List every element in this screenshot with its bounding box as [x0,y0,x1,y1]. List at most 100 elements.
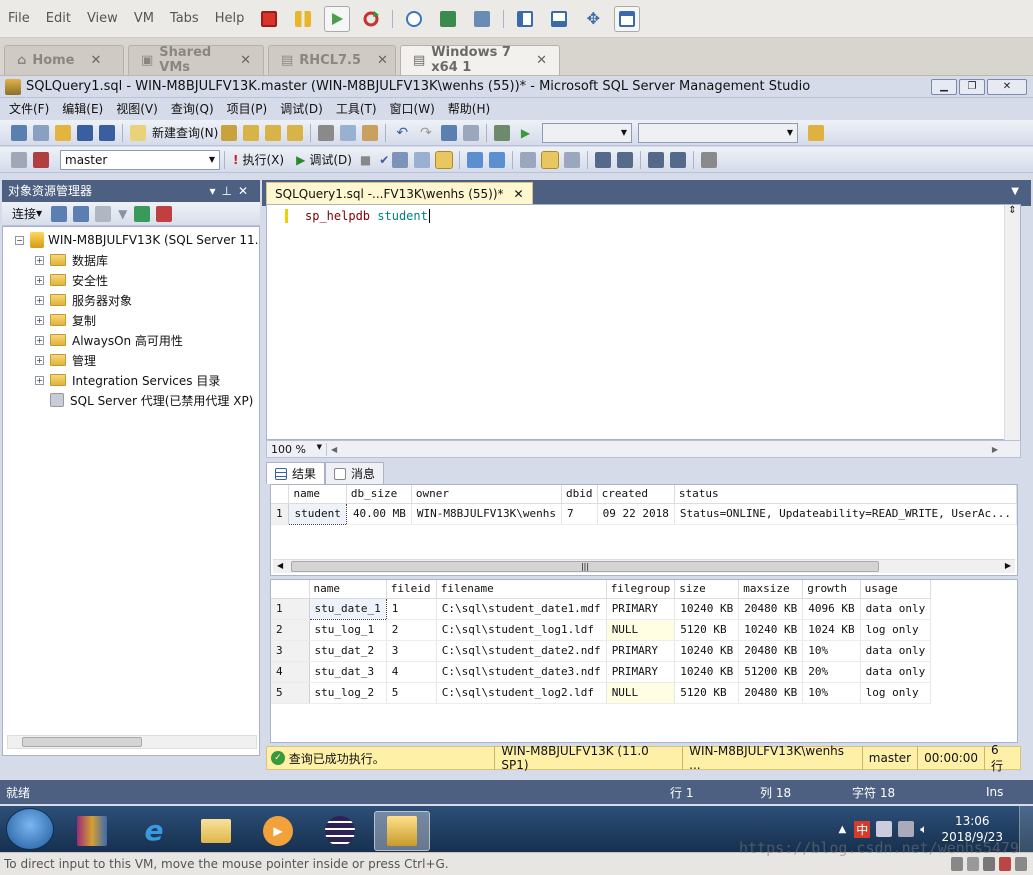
redo-icon[interactable]: ↷ [420,125,432,141]
tree-node-server-objects[interactable]: + 服务器对象 [35,290,259,310]
increase-indent-icon[interactable] [670,151,687,168]
results-to-grid-icon[interactable] [541,150,560,169]
split-icon[interactable]: ⇕ [1005,205,1020,216]
stop-icon[interactable] [95,205,112,222]
xmla-query-icon[interactable] [287,124,304,141]
grid-cell[interactable]: log only [860,682,932,704]
results-to-file-icon[interactable] [564,151,581,168]
tab-results[interactable]: 结果 [266,462,326,484]
solution-config-select[interactable]: ▼ [542,122,633,143]
snapshot-manager-button[interactable] [469,6,495,32]
parse-icon[interactable]: ✔ [379,153,389,167]
grid-cell[interactable]: data only [860,661,932,683]
estimated-plan-icon[interactable] [414,151,431,168]
grid-cell[interactable]: PRIMARY [606,640,676,662]
grid-cell[interactable]: 7 [561,503,598,525]
properties-icon[interactable] [808,124,825,141]
vm-menu-tabs[interactable]: Tabs [170,11,199,26]
table-row[interactable]: 5 stu_log_2 5 C:\sql\student_log2.ldf NU… [271,682,932,704]
vm-menu-edit[interactable]: Edit [46,11,71,26]
dropdown-icon[interactable]: ▾ [209,184,221,198]
column-header[interactable]: dbid [561,485,598,504]
query-designer-icon[interactable] [392,151,409,168]
grid-cell[interactable]: WIN-M8BJULFV13K\wenhs [411,503,563,525]
grid-cell[interactable]: PRIMARY [606,598,676,620]
platform-select[interactable]: ▼ [638,122,799,143]
grid-cell[interactable]: PRIMARY [606,661,676,683]
power-off-button[interactable] [256,6,282,32]
expand-icon[interactable]: + [35,335,44,345]
grid-cell[interactable]: stu_dat_3 [309,661,387,683]
cancel-query-icon[interactable]: ■ [360,153,371,167]
grid-cell[interactable]: 09 22 2018 [597,503,675,525]
table-row[interactable]: 1 stu_date_1 1 C:\sql\student_date1.mdf … [271,597,932,620]
thumbnail-button[interactable] [546,6,572,32]
restore-button[interactable]: ❐ [959,78,985,95]
menu-edit[interactable]: 编辑(E) [62,100,103,117]
filter-icon[interactable]: ▼ [118,207,127,221]
tab-messages[interactable]: 消息 [325,462,385,484]
taskbar-eclipse[interactable] [312,811,368,851]
tree-node-alwayson[interactable]: + AlwaysOn 高可用性 [35,330,259,350]
save-all-icon[interactable] [99,124,115,141]
expand-icon[interactable]: + [35,355,44,365]
tree-node-databases[interactable]: + 数据库 [35,250,259,270]
taskbar-winrar[interactable] [64,811,120,851]
scrollbar-thumb[interactable] [22,737,142,747]
grid-cell[interactable]: stu_date_1 [308,597,387,620]
snapshot-button[interactable] [401,6,427,32]
menu-file[interactable]: 文件(F) [9,100,49,117]
grid-horizontal-scrollbar[interactable]: ◀ ||| ▶ [273,559,1015,573]
row-number[interactable]: 5 [271,682,310,704]
column-header[interactable]: name [309,580,387,599]
hdd-icon[interactable] [951,857,963,871]
connect-icon[interactable] [11,151,27,168]
specify-values-icon[interactable] [701,151,718,168]
close-icon[interactable]: ✕ [91,53,102,68]
tree-node-management[interactable]: + 管理 [35,350,259,370]
row-number[interactable]: 1 [271,598,310,620]
vm-menu-help[interactable]: Help [215,11,245,26]
scroll-left-icon[interactable]: ◀ [331,445,337,454]
change-connection-icon[interactable] [33,151,49,168]
grid-cell[interactable]: 5 [386,682,437,704]
execute-button[interactable]: ! 执行(X) [233,151,284,168]
grid-cell[interactable]: 10240 KB [674,640,740,662]
activity-monitor-icon[interactable] [462,124,479,141]
mdx-query-icon[interactable] [243,124,260,141]
expand-icon[interactable]: + [35,375,44,385]
connect-object-icon[interactable] [51,205,68,222]
uncomment-icon[interactable] [617,151,634,168]
grid-cell[interactable]: 20% [802,661,861,683]
undo-icon[interactable]: ↶ [396,125,408,141]
grid-cell[interactable]: stu_log_2 [309,682,387,704]
results-to-text-icon[interactable] [520,151,537,168]
vm-tab-home[interactable]: ⌂ Home ✕ [4,44,124,75]
close-icon[interactable]: ✕ [240,53,251,68]
row-number[interactable]: 4 [271,661,310,683]
grid-cell[interactable]: student [288,502,347,525]
decrease-indent-icon[interactable] [648,151,665,168]
vm-menu-file[interactable]: File [8,11,30,26]
sql-editor[interactable]: sp_helpdb student ⇕ [266,204,1021,441]
grid-cell[interactable]: 10% [802,640,861,662]
dmx-query-icon[interactable] [265,124,282,141]
grid-cell[interactable]: 10240 KB [674,598,740,620]
grid-cell[interactable]: 3 [386,640,437,662]
network-icon[interactable] [898,821,915,837]
grid-cell[interactable]: NULL [606,619,676,641]
menu-query[interactable]: 查询(Q) [171,100,214,117]
horizontal-scrollbar[interactable] [7,735,257,749]
restart-button[interactable] [358,6,384,32]
taskbar-media-player[interactable]: ▶ [250,811,306,851]
menu-window[interactable]: 窗口(W) [390,100,435,117]
close-icon[interactable]: ✕ [536,53,547,68]
grid-cell[interactable]: 10240 KB [674,661,740,683]
network-adapter-icon[interactable] [983,857,995,871]
save-icon[interactable] [77,124,93,141]
menu-project[interactable]: 项目(P) [227,100,268,117]
new-query-button[interactable]: 新建查询(N) [127,124,218,141]
grid-cell[interactable]: 20480 KB [738,682,804,704]
vm-menu-vm[interactable]: VM [134,11,154,26]
row-number[interactable]: 2 [271,619,310,641]
